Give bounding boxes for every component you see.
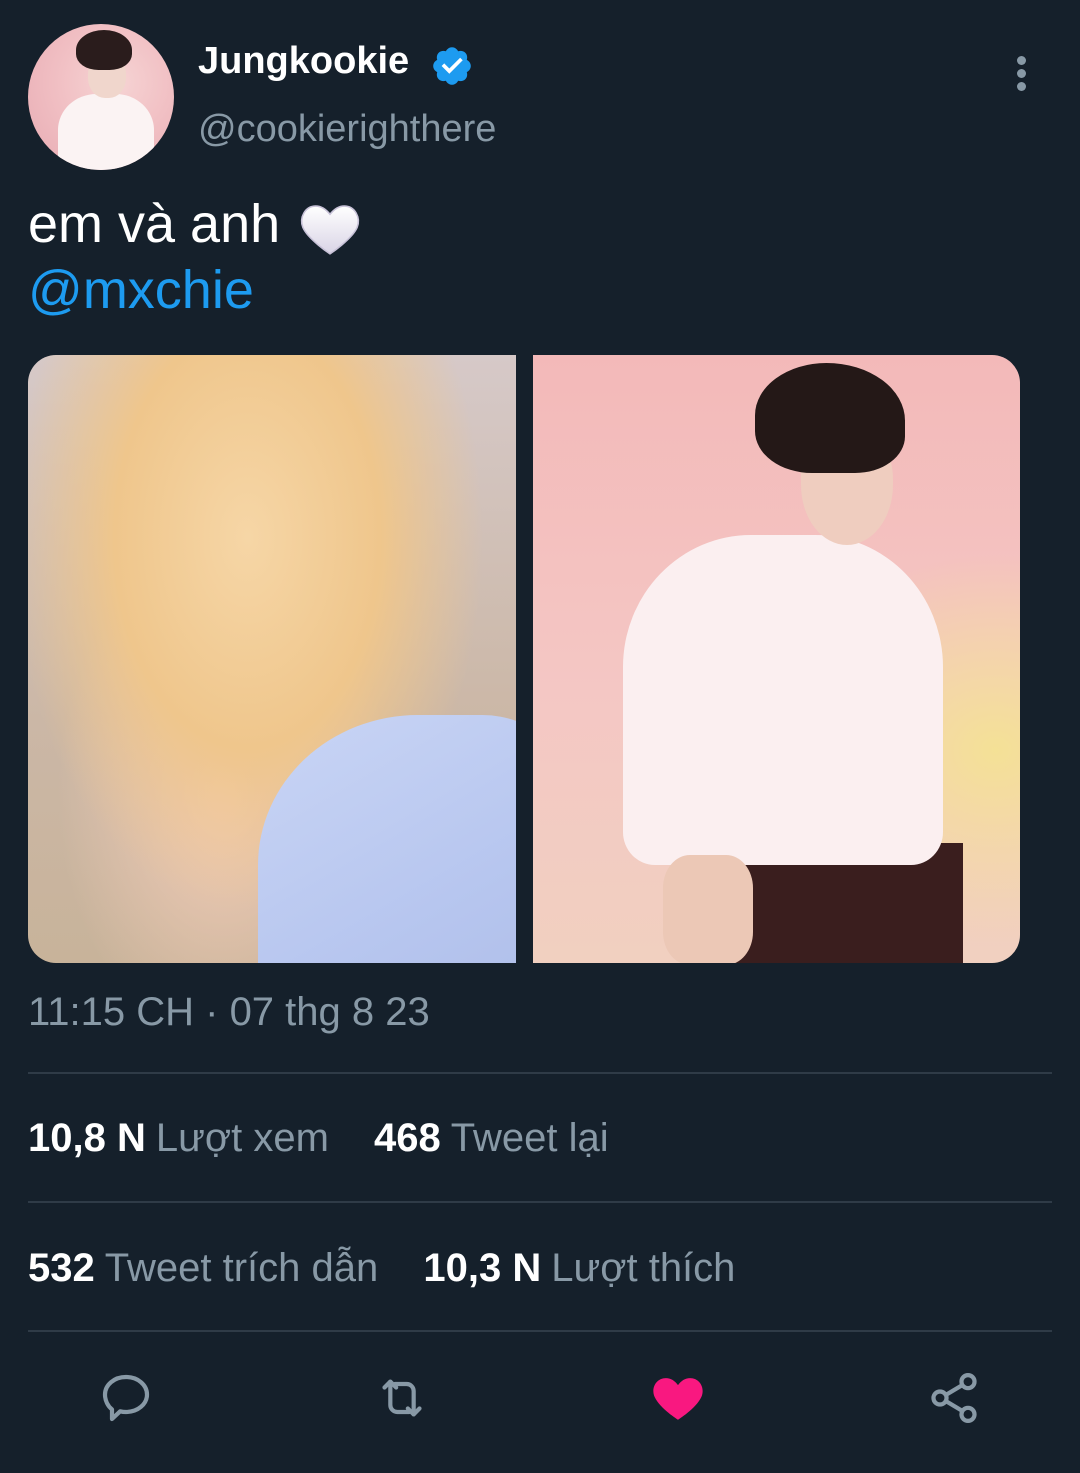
verified-badge-icon (433, 47, 471, 85)
likes-count: 10,3 N (423, 1246, 542, 1290)
retweet-icon[interactable] (374, 1370, 430, 1426)
share-icon[interactable] (926, 1370, 982, 1426)
heart-icon[interactable] (650, 1370, 706, 1426)
author-avatar[interactable] (28, 24, 174, 170)
views-count: 10,8 N (28, 1116, 146, 1160)
divider (28, 1330, 1052, 1332)
quotes-label: Tweet trích dẫn (104, 1246, 379, 1290)
tweet-timestamp[interactable]: 11:15 CH · 07 thg 8 23 (28, 990, 430, 1035)
avatar-shirt (58, 94, 154, 170)
photo-2-arm (663, 855, 753, 963)
photo-1-shoulder (258, 715, 516, 963)
tweet-photo-2[interactable] (533, 355, 1020, 963)
divider (28, 1072, 1052, 1074)
views-label: Lượt xem (155, 1116, 329, 1160)
author-handle[interactable]: @cookierighthere (198, 108, 496, 151)
white-heart-emoji-icon (301, 205, 360, 255)
mention-link[interactable]: @mxchie (28, 258, 254, 322)
photo-2-hair (755, 363, 905, 473)
retweets-stat[interactable]: 468 Tweet lại (374, 1116, 609, 1161)
photo-2-shirt (623, 535, 943, 865)
views-stat[interactable]: 10,8 N Lượt xem (28, 1116, 329, 1161)
stats-row-1: 10,8 N Lượt xem 468 Tweet lại (28, 1116, 643, 1161)
tweet-text-content: em và anh (28, 194, 281, 254)
reply-icon[interactable] (98, 1370, 154, 1426)
retweets-count: 468 (374, 1116, 441, 1160)
avatar-hair (76, 30, 132, 70)
quotes-stat[interactable]: 532 Tweet trích dẫn (28, 1246, 378, 1291)
likes-stat[interactable]: 10,3 N Lượt thích (423, 1246, 735, 1291)
author-name[interactable]: Jungkookie (198, 40, 409, 83)
divider (28, 1201, 1052, 1203)
tweet-photo-1[interactable] (28, 355, 516, 963)
tweet-text: em và anh (28, 192, 361, 257)
likes-label: Lượt thích (551, 1246, 736, 1290)
retweets-label: Tweet lại (450, 1116, 609, 1160)
quotes-count: 532 (28, 1246, 95, 1290)
stats-row-2: 532 Tweet trích dẫn 10,3 N Lượt thích (28, 1246, 769, 1291)
more-options-icon[interactable] (1006, 52, 1036, 92)
